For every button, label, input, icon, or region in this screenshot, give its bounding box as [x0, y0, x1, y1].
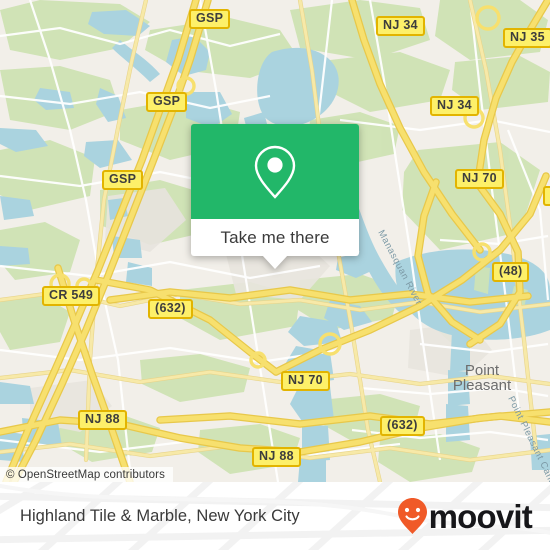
footer-bar: Highland Tile & Marble, New York City mo… — [0, 482, 550, 550]
moovit-smiley-pin-icon — [397, 498, 427, 534]
route-shield: GSP — [146, 92, 188, 112]
route-shield: (632) — [380, 416, 425, 436]
popup-action-bar[interactable]: Take me there — [191, 219, 359, 269]
route-shield: NJ 70 — [455, 169, 504, 189]
map-attribution[interactable]: © OpenStreetMap contributors — [0, 467, 173, 482]
route-shield: (632) — [148, 299, 193, 319]
route-shield: NJ 70 — [281, 371, 330, 391]
route-shield: NJ 34 — [430, 96, 479, 116]
map-pin-icon — [254, 145, 296, 199]
route-shield: NJ 88 — [78, 410, 127, 430]
take-me-there-label: Take me there — [220, 227, 330, 247]
attribution-text: © OpenStreetMap contributors — [6, 468, 165, 481]
moovit-map-screenshot: Manasquan River Point Pleasant Canal Poi… — [0, 0, 550, 550]
popup-pointer-arrow — [262, 255, 288, 269]
moovit-wordmark: moovit — [428, 497, 533, 535]
page-title: Highland Tile & Marble, New York City — [20, 506, 300, 525]
route-shield: (48) — [492, 262, 530, 282]
route-shield: NJ 35 — [503, 28, 550, 48]
take-me-there-popup[interactable]: Take me there — [191, 124, 359, 269]
popup-icon-area — [191, 124, 359, 219]
place-label-pleasant: Pleasant — [453, 377, 512, 394]
route-shield: NJ 88 — [252, 447, 301, 467]
route-shield: GSP — [102, 170, 144, 190]
moovit-logo[interactable]: moovit — [397, 497, 533, 535]
route-shield: NJ — [543, 186, 550, 206]
route-shield: GSP — [189, 9, 231, 29]
route-shield: NJ 34 — [376, 16, 425, 36]
route-shield: CR 549 — [42, 286, 101, 306]
